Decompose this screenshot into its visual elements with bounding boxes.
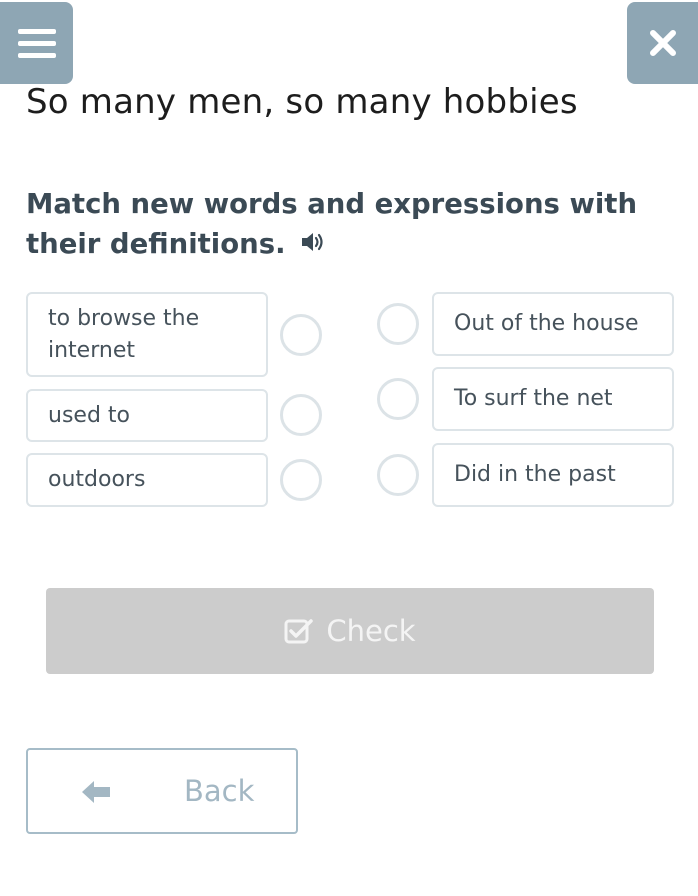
page-title: So many men, so many hobbies [26, 82, 578, 122]
hamburger-icon-bar-2 [17, 40, 56, 46]
right-card-2[interactable]: To surf the net [432, 367, 674, 431]
close-icon [649, 30, 676, 56]
arrow-left-icon [82, 781, 110, 803]
left-card-label: outdoors [48, 467, 146, 492]
right-connector-3[interactable] [377, 454, 419, 496]
left-card-1[interactable]: to browse the internet [26, 292, 268, 377]
left-connector-2[interactable] [280, 394, 322, 436]
close-button[interactable] [627, 2, 698, 84]
right-card-label: Out of the house [454, 311, 639, 336]
speaker-button[interactable] [300, 225, 328, 265]
hamburger-icon-bar-1 [17, 28, 56, 34]
left-connector-3[interactable] [280, 459, 322, 501]
right-card-3[interactable]: Did in the past [432, 443, 674, 507]
right-card-label: To surf the net [454, 386, 613, 411]
instruction-label: Match new words and expressions with the… [26, 188, 638, 260]
instruction-text: Match new words and expressions with the… [26, 184, 686, 265]
left-connector-1[interactable] [280, 314, 322, 356]
checkbox-pen-icon [284, 619, 314, 644]
right-connector-2[interactable] [377, 378, 419, 420]
hamburger-icon-bar-3 [17, 52, 56, 58]
right-card-label: Did in the past [454, 462, 616, 487]
back-button[interactable]: Back [26, 748, 298, 834]
right-card-1[interactable]: Out of the house [432, 292, 674, 356]
left-card-label: used to [48, 403, 130, 428]
left-card-2[interactable]: used to [26, 389, 268, 442]
back-button-label: Back [184, 774, 255, 808]
right-connector-1[interactable] [377, 303, 419, 345]
speaker-icon [301, 233, 323, 251]
left-card-label: to browse the internet [48, 306, 200, 363]
left-card-3[interactable]: outdoors [26, 453, 268, 507]
check-button-label: Check [326, 614, 416, 648]
menu-button[interactable] [0, 2, 73, 84]
check-button[interactable]: Check [46, 588, 654, 674]
